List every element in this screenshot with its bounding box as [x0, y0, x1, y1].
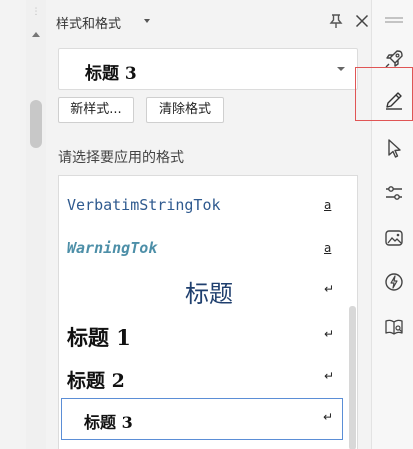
pin-icon[interactable]	[327, 12, 345, 30]
list-scrollbar[interactable]	[349, 306, 356, 449]
style-item-warningtok[interactable]: WarningTok a	[59, 237, 345, 261]
image-icon[interactable]	[383, 227, 405, 249]
paragraph-mark-icon: ↵	[324, 327, 335, 341]
paragraph-mark-icon: ↵	[324, 369, 335, 383]
book-search-icon[interactable]	[383, 316, 405, 338]
left-scroll-strip: ⋮	[26, 0, 46, 449]
app-root: ⋮ 样式和格式 标题 3 新样式... 清除格式 请选择要应用的格式 Verba…	[0, 0, 413, 449]
panel-header: 样式和格式	[56, 10, 369, 34]
scroll-up-icon[interactable]	[32, 32, 40, 37]
paragraph-mark-icon: ↵	[324, 282, 335, 296]
panel-title[interactable]: 样式和格式	[56, 13, 121, 32]
cursor-icon[interactable]	[383, 137, 405, 159]
left-scrollbar-thumb[interactable]	[30, 100, 42, 148]
clear-format-button[interactable]: 清除格式	[146, 97, 224, 123]
style-item-heading-2[interactable]: 标题 2 ↵	[59, 364, 345, 392]
style-item-label: 标题	[185, 280, 233, 308]
current-style-value: 标题 3	[85, 64, 137, 84]
lightning-icon[interactable]	[383, 271, 405, 293]
style-list: VerbatimStringTok a WarningTok a 标题 ↵ 标题…	[58, 175, 358, 449]
sliders-icon[interactable]	[383, 182, 405, 204]
style-item-label: 标题 1	[67, 325, 131, 350]
styles-panel: 样式和格式 标题 3 新样式... 清除格式 请选择要应用的格式 Verbati…	[46, 0, 371, 449]
style-item-verbatimstringtok[interactable]: VerbatimStringTok a	[59, 194, 345, 218]
highlight-box	[355, 67, 413, 121]
chevron-down-icon	[337, 67, 345, 71]
close-icon[interactable]	[353, 12, 371, 30]
character-style-icon: a	[324, 198, 332, 212]
current-style-select[interactable]: 标题 3	[58, 48, 358, 90]
style-item-label: WarningTok	[67, 239, 158, 257]
character-style-icon: a	[324, 241, 332, 255]
paragraph-mark-icon: ↵	[323, 410, 334, 424]
style-item-title[interactable]: 标题 ↵	[59, 272, 345, 308]
chevron-down-icon[interactable]	[144, 19, 150, 23]
style-item-label: 标题 3	[84, 413, 133, 432]
grip-icon[interactable]: ⋮	[31, 8, 41, 20]
style-item-heading-3-selected[interactable]: 标题 3 ↵	[61, 398, 343, 440]
new-style-button[interactable]: 新样式...	[58, 97, 134, 123]
section-label: 请选择要应用的格式	[58, 150, 184, 166]
toolbar-grip-icon[interactable]	[385, 17, 403, 23]
style-item-label: VerbatimStringTok	[67, 196, 221, 214]
style-item-label: 标题 2	[67, 370, 125, 392]
style-item-heading-1[interactable]: 标题 1 ↵	[59, 320, 345, 352]
